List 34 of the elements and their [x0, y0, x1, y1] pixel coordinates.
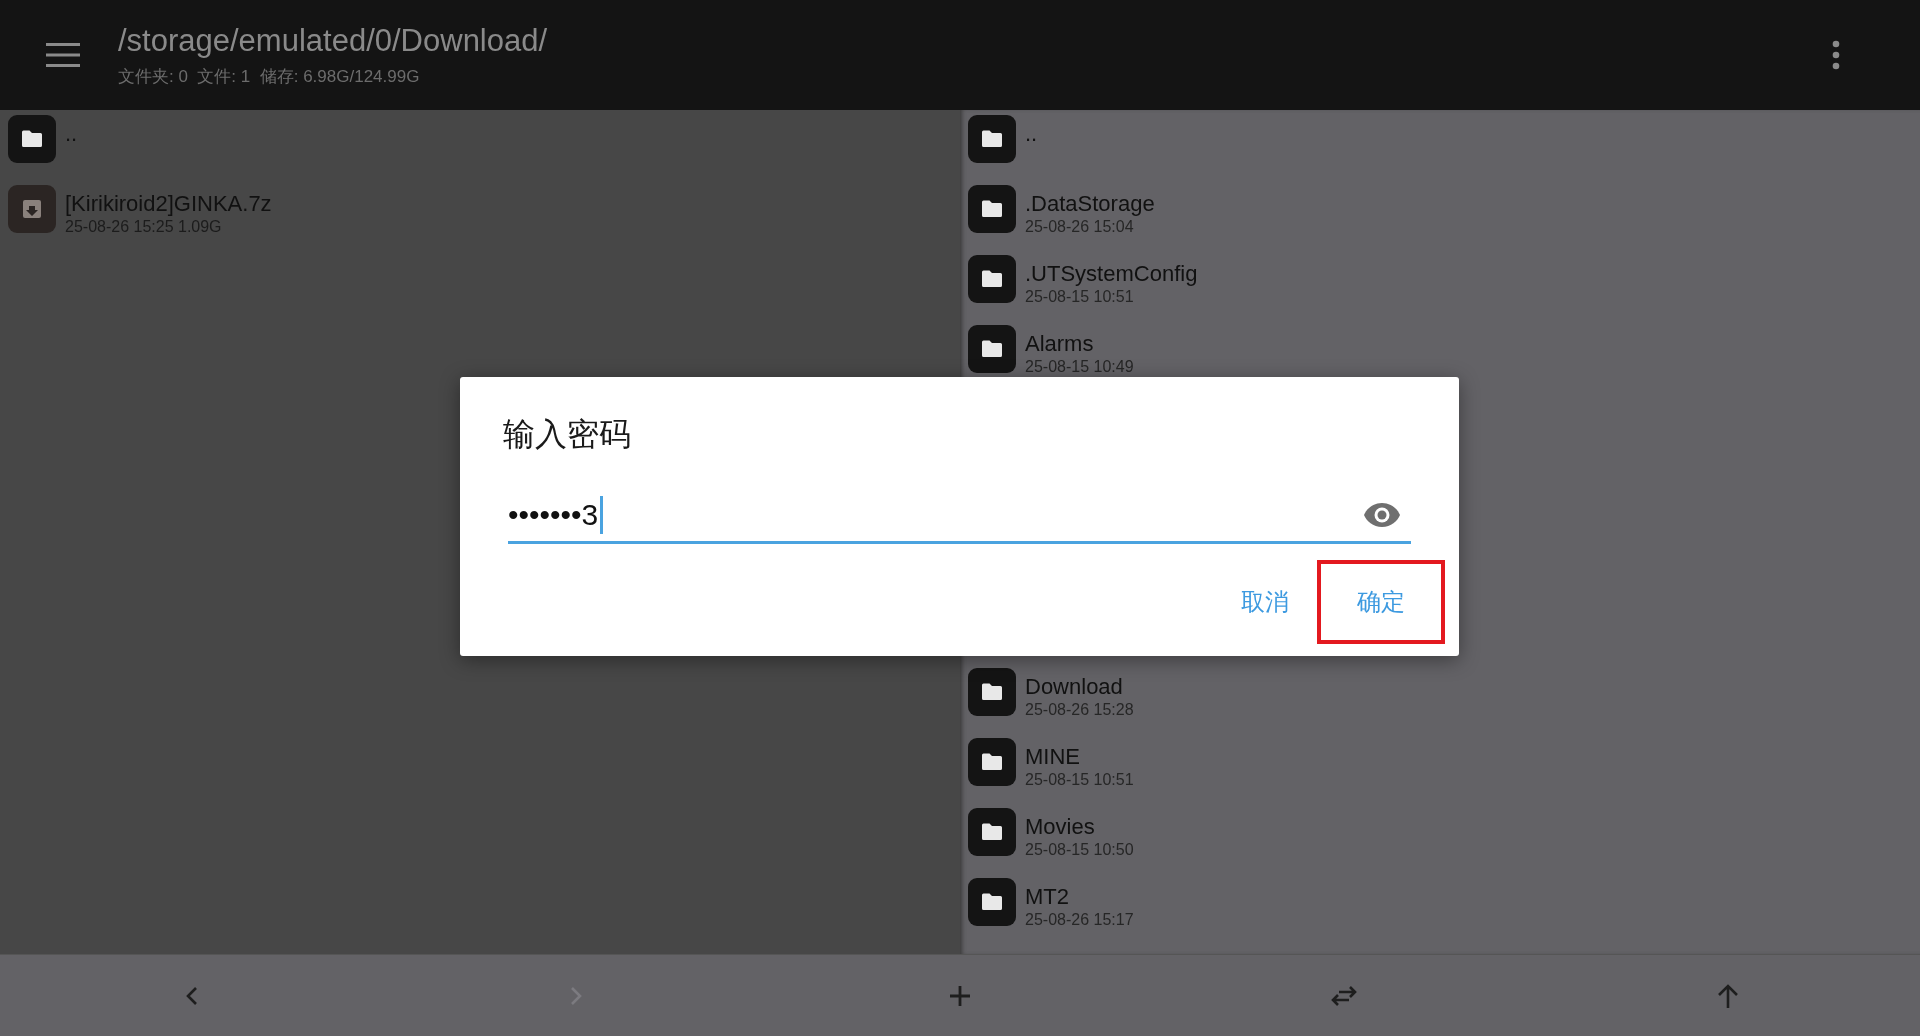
- folder-icon: [968, 738, 1016, 786]
- path-title: /storage/emulated/0/Download/: [118, 22, 548, 59]
- file-name: Download: [1025, 674, 1124, 700]
- password-field[interactable]: •••••••3: [508, 489, 1411, 544]
- archive-icon: [8, 185, 56, 233]
- file-name: MINE: [1025, 744, 1081, 770]
- file-meta: 25-08-15 10:51: [1025, 770, 1134, 790]
- folder-icon: [968, 185, 1016, 233]
- file-name: MT2: [1025, 884, 1070, 910]
- cancel-button[interactable]: 取消: [1231, 572, 1299, 632]
- more-options-icon[interactable]: [1832, 40, 1840, 70]
- storage-stats: 文件夹: 0 文件: 1 储存: 6.98G/124.99G: [118, 65, 421, 88]
- folder-icon: [8, 115, 56, 163]
- folder-icon: [968, 115, 1016, 163]
- file-meta: 25-08-15 10:51: [1025, 287, 1135, 307]
- file-name: .DataStorage: [1025, 191, 1155, 217]
- file-meta: 25-08-26 15:04: [1025, 217, 1135, 237]
- file-name: .UTSystemConfig: [1025, 261, 1198, 287]
- file-meta: 25-08-15 10:50: [1025, 840, 1134, 860]
- folder-icon: [968, 255, 1016, 303]
- file-meta: 25-08-26 15:17: [1025, 910, 1134, 930]
- folder-icon: [968, 325, 1016, 373]
- file-name: ..: [1025, 121, 1038, 147]
- folder-icon: [968, 808, 1016, 856]
- file-name: ..: [65, 121, 78, 147]
- eye-icon[interactable]: [1363, 502, 1401, 528]
- folder-icon: [968, 668, 1016, 716]
- menu-icon[interactable]: [46, 43, 80, 67]
- file-name: Alarms: [1025, 331, 1095, 357]
- file-meta: 25-08-15 10:49: [1025, 357, 1134, 377]
- dialog-title: 输入密码: [503, 415, 632, 454]
- file-name: Movies: [1025, 814, 1096, 840]
- file-meta: 25-08-26 15:28: [1025, 700, 1134, 720]
- folder-icon: [968, 878, 1016, 926]
